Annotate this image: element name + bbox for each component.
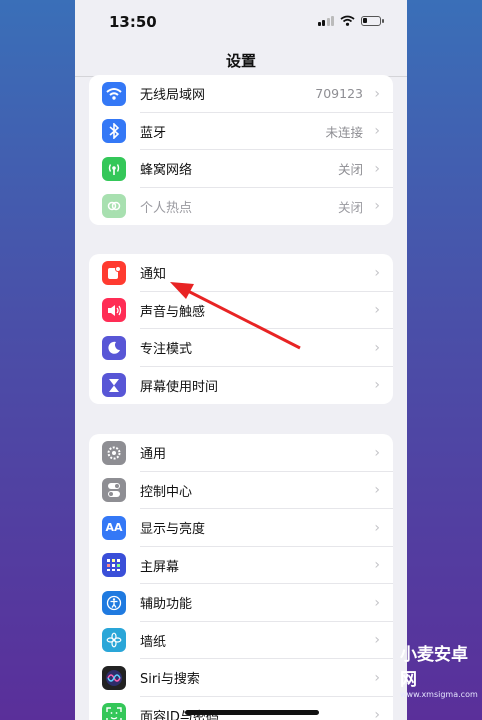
settings-row[interactable]: 专注模式 › [89, 329, 393, 367]
settings-row[interactable]: 蜂窝网络 关闭 › [89, 150, 393, 188]
site-watermark: 小麦安卓网 www.xmsigma.com [400, 640, 482, 699]
sound-icon [102, 298, 126, 322]
grid-icon [102, 553, 126, 577]
moon-icon [102, 335, 126, 360]
settings-row[interactable]: 墙纸 › [89, 622, 393, 659]
chevron-right-icon: › [374, 482, 380, 499]
gear-icon [102, 440, 126, 465]
row-label: 主屏幕 [140, 559, 180, 575]
row-label: 屏幕使用时间 [140, 379, 219, 395]
settings-row[interactable]: 蓝牙 未连接 › [89, 113, 393, 150]
settings-row[interactable]: 声音与触感 › [89, 292, 393, 329]
notification-group: 通知 › 声音与触感 › 专注模式 › 屏幕使用时间 › [89, 254, 393, 404]
row-label: 蓝牙 [140, 125, 167, 141]
battery-icon [361, 15, 384, 26]
row-value: 709123 [315, 86, 363, 102]
row-label: 专注模式 [140, 342, 193, 358]
cellular-icon [102, 156, 126, 181]
row-label: 通用 [140, 447, 167, 463]
row-value: 关闭 [337, 199, 363, 215]
row-value: 关闭 [337, 162, 363, 178]
chevron-right-icon: › [374, 85, 380, 102]
row-label: Siri与搜索 [140, 672, 200, 688]
chevron-right-icon: › [374, 707, 380, 720]
text-size-icon: AA [102, 515, 126, 540]
row-label: 墙纸 [140, 634, 167, 650]
home-indicator[interactable] [185, 710, 319, 715]
flower-icon [102, 628, 126, 652]
status-time: 13:50 [109, 13, 157, 31]
chevron-right-icon: › [374, 264, 380, 281]
chevron-right-icon: › [374, 302, 380, 319]
chevron-right-icon: › [374, 339, 380, 356]
settings-row[interactable]: 控制中心 › [89, 472, 393, 509]
watermark-title: 小麦安卓网 [400, 645, 468, 690]
row-label: 辅助功能 [140, 597, 193, 613]
general-group: 通用 › 控制中心 › AA 显示与亮度 › 主屏幕 › 辅助功能 › 墙纸 › Siri与搜索 › 面容ID… [89, 434, 393, 720]
hourglass-icon [102, 373, 126, 397]
chevron-right-icon: › [374, 198, 380, 215]
hotspot-icon [102, 194, 126, 218]
chevron-right-icon: › [374, 594, 380, 611]
signal-icon [317, 15, 334, 26]
settings-row[interactable]: 无线局域网 709123 › [89, 75, 393, 113]
status-bar: 13:50 [75, 0, 407, 42]
wifi-status-icon [340, 15, 355, 26]
notification-icon [102, 260, 126, 285]
settings-row[interactable]: Siri与搜索 › [89, 659, 393, 697]
settings-row[interactable]: 面容ID与密码 › [89, 697, 393, 720]
chevron-right-icon: › [374, 557, 380, 574]
chevron-right-icon: › [374, 123, 380, 140]
settings-screen: 13:50 设置 无线局域网 709123 › 蓝牙 未连接 › 蜂窝网络 关闭 › 个人热点 关闭… [75, 0, 407, 720]
chevron-right-icon: › [374, 160, 380, 177]
row-label: 控制中心 [140, 484, 193, 500]
settings-row[interactable]: 个人热点 关闭 › [89, 188, 393, 226]
settings-row[interactable]: 主屏幕 › [89, 547, 393, 584]
settings-row[interactable]: 屏幕使用时间 › [89, 367, 393, 405]
row-label: 个人热点 [140, 200, 193, 216]
row-label: 蜂窝网络 [140, 163, 193, 179]
page-title: 设置 [225, 52, 256, 70]
accessibility-icon [102, 590, 126, 615]
wifi-icon [102, 81, 126, 106]
row-label: 显示与亮度 [140, 522, 206, 538]
bluetooth-icon [102, 119, 126, 143]
chevron-right-icon: › [374, 519, 380, 536]
row-label: 通知 [140, 267, 167, 283]
chevron-right-icon: › [374, 632, 380, 649]
settings-row[interactable]: AA 显示与亮度 › [89, 509, 393, 547]
faceid-icon [102, 703, 126, 720]
settings-row[interactable]: 通知 › [89, 254, 393, 292]
toggle-icon [102, 478, 126, 502]
row-label: 声音与触感 [140, 304, 206, 320]
siri-icon [102, 665, 126, 690]
settings-row[interactable]: 通用 › [89, 434, 393, 472]
row-value: 未连接 [325, 124, 363, 140]
settings-row[interactable]: 辅助功能 › [89, 584, 393, 622]
chevron-right-icon: › [374, 377, 380, 394]
chevron-right-icon: › [374, 669, 380, 686]
chevron-right-icon: › [374, 444, 380, 461]
network-group: 无线局域网 709123 › 蓝牙 未连接 › 蜂窝网络 关闭 › 个人热点 关闭 › [89, 75, 393, 225]
watermark-url: www.xmsigma.com [400, 690, 478, 699]
row-label: 无线局域网 [140, 88, 206, 104]
